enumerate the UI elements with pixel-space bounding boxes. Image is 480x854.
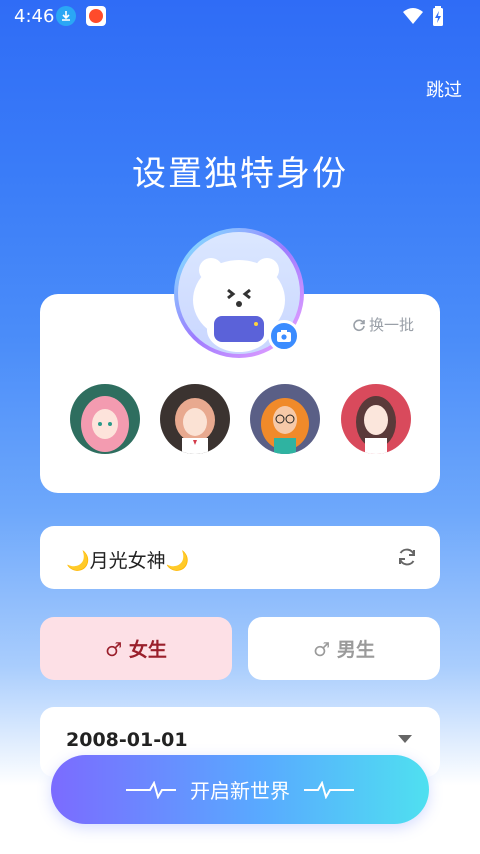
screen: 4:46 跳过 设置独特身份 换一批 🌙月光女神🌙 ♂ 女生 ♂ 男生 2008…	[0, 0, 480, 854]
avatar-option-4[interactable]	[341, 384, 411, 454]
page-title: 设置独特身份	[132, 154, 348, 194]
avatar-option-3[interactable]	[250, 384, 320, 454]
wifi-icon	[403, 8, 423, 24]
pulse-left-icon	[126, 780, 176, 799]
nickname-field[interactable]: 🌙月光女神🌙	[40, 526, 440, 589]
app-notification-icon	[86, 6, 106, 26]
refresh-batch-button[interactable]: 换一批	[352, 314, 414, 335]
avatar-option-1[interactable]	[70, 384, 140, 454]
birthday-value: 2008-01-01	[66, 729, 188, 751]
refresh-icon	[353, 318, 365, 331]
chevron-down-icon	[398, 735, 412, 743]
start-button[interactable]: 开启新世界	[51, 755, 429, 824]
status-bar: 4:46	[0, 0, 480, 32]
pulse-right-icon	[304, 780, 354, 799]
battery-icon	[433, 6, 443, 26]
female-button[interactable]: ♂ 女生	[40, 617, 232, 680]
nickname-value: 🌙月光女神🌙	[66, 550, 190, 572]
skip-button[interactable]: 跳过	[426, 76, 462, 102]
male-button[interactable]: ♂ 男生	[248, 617, 440, 680]
start-button-label: 开启新世界	[190, 779, 290, 803]
status-time: 4:46	[14, 6, 55, 27]
download-icon	[56, 6, 76, 26]
refresh-batch-label: 换一批	[369, 316, 415, 334]
random-name-icon[interactable]	[396, 546, 418, 568]
camera-icon[interactable]	[268, 320, 300, 352]
avatar-option-2[interactable]	[160, 384, 230, 454]
